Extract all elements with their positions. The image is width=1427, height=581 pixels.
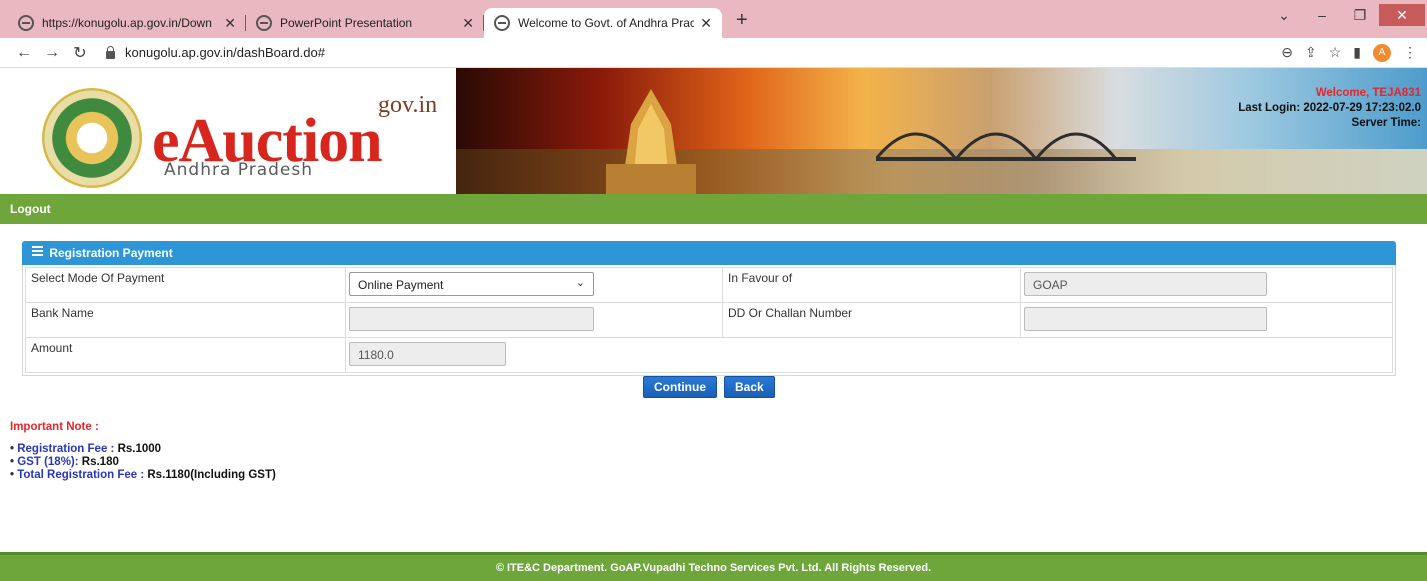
new-tab-button[interactable]: + (722, 9, 762, 38)
user-info: Welcome, TEJA831 Last Login: 2022-07-29 … (1238, 86, 1421, 131)
note-key: Total Registration Fee : (17, 469, 148, 481)
bookmark-star-icon[interactable]: ☆ (1329, 44, 1342, 61)
temple-image (606, 89, 696, 194)
nav-bar: Logout (0, 194, 1427, 224)
bridge-image (876, 132, 1136, 162)
note-key: Registration Fee : (17, 443, 118, 455)
registration-payment-panel: Registration Payment Select Mode Of Paym… (22, 241, 1396, 376)
back-arrow-icon[interactable]: ← (10, 44, 38, 62)
note-value: Rs.1000 (117, 443, 162, 455)
browser-tab-strip: https://konugolu.ap.gov.in/Down ✕ PowerP… (0, 0, 1427, 38)
dd-challan-field[interactable] (1024, 307, 1267, 331)
dd-label: DD Or Challan Number (722, 302, 1021, 338)
table-row: Amount 1180.0 (25, 337, 1393, 373)
share-icon[interactable]: ⇪ (1305, 44, 1317, 61)
bank-label: Bank Name (25, 302, 346, 338)
url-field[interactable]: konugolu.ap.gov.in/dashBoard.do# (106, 45, 1281, 60)
brand-text: gov.in eAuction Andhra Pradesh (152, 88, 452, 188)
in-favour-of-field[interactable]: GOAP (1024, 272, 1267, 296)
address-bar: ← → ↻ konugolu.ap.gov.in/dashBoard.do# ⊖… (0, 38, 1427, 68)
toolbar-icons: ⊖ ⇪ ☆ ▮ A ⋮ (1281, 43, 1417, 62)
server-time-text: Server Time: (1351, 117, 1421, 129)
close-icon[interactable]: ✕ (462, 15, 474, 32)
bank-cell (345, 302, 723, 338)
url-text: konugolu.ap.gov.in/dashBoard.do# (125, 45, 325, 60)
list-item: Registration Fee : Rs.1000 (10, 443, 276, 456)
chevron-down-icon: ⌄ (575, 277, 585, 289)
browser-tab-2[interactable]: PowerPoint Presentation ✕ (246, 8, 484, 38)
tab-search-icon[interactable]: ⌄ (1265, 7, 1303, 24)
state-emblem (42, 88, 142, 188)
table-row: Bank Name DD Or Challan Number (25, 302, 1393, 338)
tab-title: https://konugolu.ap.gov.in/Down (42, 16, 212, 30)
more-menu-icon[interactable]: ⋮ (1403, 44, 1417, 61)
zoom-icon[interactable]: ⊖ (1281, 44, 1293, 61)
profile-avatar[interactable]: A (1373, 43, 1391, 62)
panel-body: Select Mode Of Payment Online Payment ⌄ … (22, 265, 1396, 376)
favour-label: In Favour of (722, 267, 1021, 303)
site-banner: gov.in eAuction Andhra Pradesh Welcome, … (0, 68, 1427, 194)
globe-icon (256, 15, 272, 31)
amount-cell: 1180.0 (345, 337, 1393, 373)
logout-link[interactable]: Logout (10, 202, 51, 216)
welcome-text: Welcome, TEJA831 (1315, 87, 1421, 99)
list-item: GST (18%): Rs.180 (10, 456, 276, 469)
amount-label: Amount (25, 337, 346, 373)
amount-value: 1180.0 (358, 348, 394, 362)
gov-in-text: gov.in (378, 92, 438, 118)
payment-form-table: Select Mode Of Payment Online Payment ⌄ … (25, 267, 1393, 373)
close-icon[interactable]: ✕ (700, 15, 712, 32)
mode-cell: Online Payment ⌄ (345, 267, 723, 303)
panel-title: Registration Payment (49, 246, 173, 260)
list-item: Total Registration Fee : Rs.1180(Includi… (10, 469, 276, 482)
globe-icon (18, 15, 34, 31)
browser-tab-1[interactable]: https://konugolu.ap.gov.in/Down ✕ (8, 8, 246, 38)
table-row: Select Mode Of Payment Online Payment ⌄ … (25, 267, 1393, 303)
side-panel-icon[interactable]: ▮ (1353, 44, 1361, 61)
restore-icon[interactable]: ❐ (1341, 7, 1379, 24)
page-footer: © ITE&C Department. GoAP.Vupadhi Techno … (0, 552, 1427, 581)
mode-label: Select Mode Of Payment (25, 267, 346, 303)
close-icon[interactable]: ✕ (224, 15, 236, 32)
globe-icon (494, 15, 510, 31)
site-logo: gov.in eAuction Andhra Pradesh (42, 88, 452, 188)
menu-icon (32, 246, 43, 258)
amount-field[interactable]: 1180.0 (349, 342, 506, 366)
tab-title: Welcome to Govt. of Andhra Prac (518, 16, 695, 30)
note-value: Rs.1180(Including GST) (147, 469, 276, 481)
in-favour-of-value: GOAP (1033, 278, 1068, 292)
andhra-pradesh-text: Andhra Pradesh (164, 160, 314, 180)
panel-header: Registration Payment (22, 241, 1396, 265)
important-note: Important Note : Registration Fee : Rs.1… (10, 421, 276, 482)
footer-text: © ITE&C Department. GoAP.Vupadhi Techno … (495, 562, 932, 574)
last-login-text: Last Login: 2022-07-29 17:23:02.0 (1238, 102, 1421, 114)
note-key: GST (18%): (17, 456, 82, 468)
window-close-icon[interactable]: ✕ (1379, 4, 1425, 26)
minimize-icon[interactable]: – (1303, 7, 1341, 23)
payment-mode-value: Online Payment (358, 278, 444, 292)
forward-arrow-icon[interactable]: → (38, 44, 66, 62)
note-title: Important Note : (10, 421, 99, 433)
favour-cell: GOAP (1020, 267, 1393, 303)
payment-mode-select[interactable]: Online Payment ⌄ (349, 272, 594, 296)
browser-tab-3[interactable]: Welcome to Govt. of Andhra Prac ✕ (484, 8, 722, 38)
dd-cell (1020, 302, 1393, 338)
form-actions: Continue Back (643, 376, 775, 398)
continue-button[interactable]: Continue (643, 376, 717, 398)
bank-name-field[interactable] (349, 307, 594, 331)
lock-icon[interactable] (106, 45, 115, 59)
window-controls: ⌄ – ❐ ✕ (1265, 0, 1427, 30)
note-list: Registration Fee : Rs.1000 GST (18%): Rs… (10, 443, 276, 482)
reload-icon[interactable]: ↻ (66, 43, 94, 63)
note-value: Rs.180 (81, 456, 119, 468)
tab-title: PowerPoint Presentation (280, 16, 413, 30)
back-button[interactable]: Back (724, 376, 775, 398)
